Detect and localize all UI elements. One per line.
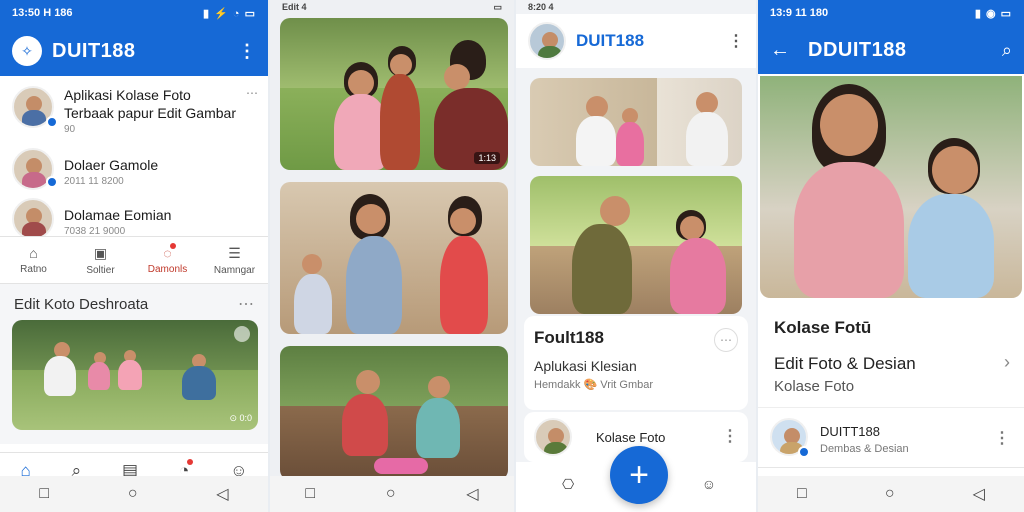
back-icon[interactable]: ◁ [216, 484, 228, 504]
home-outline-icon: ⌂ [29, 245, 38, 261]
app-logo-icon: ✧ [12, 36, 42, 66]
recents-icon[interactable]: □ [797, 485, 807, 503]
status-icons: ▮ ⚡ ◔ ▭ [203, 7, 256, 20]
list-item-edit[interactable]: Edit Foto & Desian Kolase Foto › [758, 346, 1024, 408]
emoji-icon[interactable]: ☺ [702, 476, 716, 492]
status-time: 13:9 11 180 [770, 7, 829, 19]
status-bar: Edit 4 ▭ [270, 0, 514, 14]
more-horiz-icon[interactable]: ⋯ [238, 294, 254, 314]
back-arrow-icon[interactable]: ← [770, 39, 790, 62]
system-nav: □ ○ ◁ [758, 476, 1024, 512]
verified-badge-icon [46, 176, 58, 188]
section: Edit Koto Deshroata ⋯ ⊙ 0:0 [0, 284, 268, 444]
tab-label: Namngar [213, 264, 256, 276]
search-icon[interactable]: ⌕ [1002, 40, 1012, 61]
avatar [12, 198, 54, 240]
tab-bar: ⌂ Ratno ▣ Soltier ◌ Damonls ☰ Namngar [0, 236, 268, 284]
photo-park[interactable]: ⊙ 0:0 [12, 320, 258, 430]
app-screen-feed: 13:50 H 186 ▮ ⚡ ◔ ▭ ✧ DUIT188 ⋮ Aplikasi… [0, 0, 268, 512]
system-nav: □ ○ ◁ [0, 476, 268, 512]
back-icon[interactable]: ◁ [973, 484, 985, 504]
card-meta: Hemdakk 🎨 Vrit Gmbar [534, 379, 654, 391]
more-vert-icon[interactable]: ⋮ [722, 426, 738, 446]
section-heading: Kolase Fotū [774, 318, 872, 337]
avatar [534, 418, 572, 456]
more-vert-icon[interactable]: ⋮ [238, 41, 256, 62]
app-title: DUIT188 [52, 39, 136, 62]
list-item[interactable]: Dolamae Eomian 7038 21 9000 [12, 198, 258, 240]
recents-icon[interactable]: □ [39, 485, 49, 503]
back-icon[interactable]: ◁ [466, 484, 478, 504]
list-item-sub: 90 [64, 124, 76, 135]
section-title: Edit Koto Deshroata [14, 295, 149, 313]
status-icons: ▮ ◉ ▭ [974, 7, 1012, 20]
list-item[interactable]: Aplikasi Kolase Foto Terbaak papur Edit … [12, 86, 258, 135]
camera-icon: ▣ [93, 244, 108, 261]
app-bar: DUIT188 ⋮ [516, 14, 756, 68]
app-screen-gallery: Edit 4 ▭ 1:13 □ ○ ◁ [270, 0, 514, 512]
list-item[interactable]: DUITT188 Dembas & Desian ⋮ [758, 410, 1024, 468]
app-bar: ← DDUIT188 ⌕ [758, 26, 1024, 74]
row-title: Kolase Foto [596, 430, 666, 445]
app-screen-detail: 8:20 4 DUIT188 ⋮ Foult188 Aplukasi Klesi… [516, 0, 756, 512]
list-item-sub: 2011 11 8200 [64, 176, 124, 187]
card-title: Foult188 [534, 328, 604, 347]
status-bar: 13:9 11 180 ▮ ◉ ▭ [758, 0, 1024, 26]
more-vert-icon[interactable]: ⋮ [994, 428, 1010, 448]
app-title: DUIT188 [576, 31, 645, 50]
tab-namngar[interactable]: ☰ Namngar [201, 237, 268, 283]
duration-badge: 1:13 [474, 152, 500, 164]
list-item-title: Dolamae Eomian [64, 207, 172, 223]
list-item-title: Aplikasi Kolase Foto Terbaak papur Edit … [64, 87, 236, 121]
more-vert-icon[interactable]: ⋮ [728, 31, 744, 51]
photo-family-park[interactable]: 1:13 [280, 18, 508, 170]
status-time: 8:20 4 [528, 2, 554, 12]
info-card[interactable]: Foult188 Aplukasi Klesian Hemdakk 🎨 Vrit… [524, 316, 748, 410]
photo-collage[interactable] [530, 78, 742, 166]
home-circle-icon[interactable]: ○ [386, 485, 396, 503]
more-horiz-icon[interactable]: ⋯ [714, 328, 738, 352]
add-button[interactable]: + [610, 446, 668, 504]
verified-badge-icon [798, 446, 810, 458]
tab-damonls[interactable]: ◌ Damonls [134, 237, 201, 283]
more-horiz-icon[interactable]: ⋯ [246, 86, 258, 100]
status-bar: 13:50 H 186 ▮ ⚡ ◔ ▭ [0, 0, 268, 26]
gallery-icon[interactable]: ⎔ [562, 476, 574, 493]
tab-label: Soltier [86, 264, 115, 276]
row-subtitle: Dembas & Desian [820, 443, 909, 455]
list-item[interactable]: Dolaer Gamole 2011 11 8200 [12, 148, 258, 190]
system-nav: □ ○ ◁ [270, 476, 514, 512]
verified-badge-icon [46, 116, 58, 128]
card-subtitle: Aplukasi Klesian [534, 358, 637, 374]
status-bar: 8:20 4 [516, 0, 756, 14]
menu-icon: ☰ [228, 244, 241, 261]
list-item-title: Dolaer Gamole [64, 157, 159, 173]
app-bar: ✧ DUIT188 ⋮ [0, 26, 268, 76]
status-time: Edit 4 [282, 2, 307, 12]
photo-kids-deck[interactable] [280, 346, 508, 480]
photo-mother-child[interactable] [760, 76, 1022, 298]
status-time: 13:50 H 186 [12, 7, 73, 19]
photo-kids-table[interactable] [530, 176, 742, 314]
row-title: DUITT188 [820, 424, 880, 439]
item-subtitle: Kolase Foto [774, 378, 855, 395]
status-icons: ▭ [493, 1, 502, 12]
tab-soltier[interactable]: ▣ Soltier [67, 237, 134, 283]
item-title: Edit Foto & Desian [774, 354, 916, 373]
tab-label: Damonls [147, 264, 188, 275]
chevron-right-icon: › [1004, 352, 1010, 372]
avatar [528, 22, 566, 60]
timer-label: ⊙ 0:0 [229, 413, 252, 423]
photo-kids-indoor[interactable] [280, 182, 508, 334]
app-title: DDUIT188 [808, 38, 907, 61]
chat-icon: ◌ [163, 243, 176, 261]
app-screen-photo-view: 13:9 11 180 ▮ ◉ ▭ ← DDUIT188 ⌕ Kolase Fo… [758, 0, 1024, 512]
tab-ratno[interactable]: ⌂ Ratno [0, 237, 67, 283]
home-circle-icon[interactable]: ○ [128, 485, 138, 503]
select-icon[interactable] [234, 326, 250, 342]
recents-icon[interactable]: □ [305, 485, 315, 503]
tab-label: Ratno [20, 264, 47, 275]
home-circle-icon[interactable]: ○ [885, 485, 895, 503]
